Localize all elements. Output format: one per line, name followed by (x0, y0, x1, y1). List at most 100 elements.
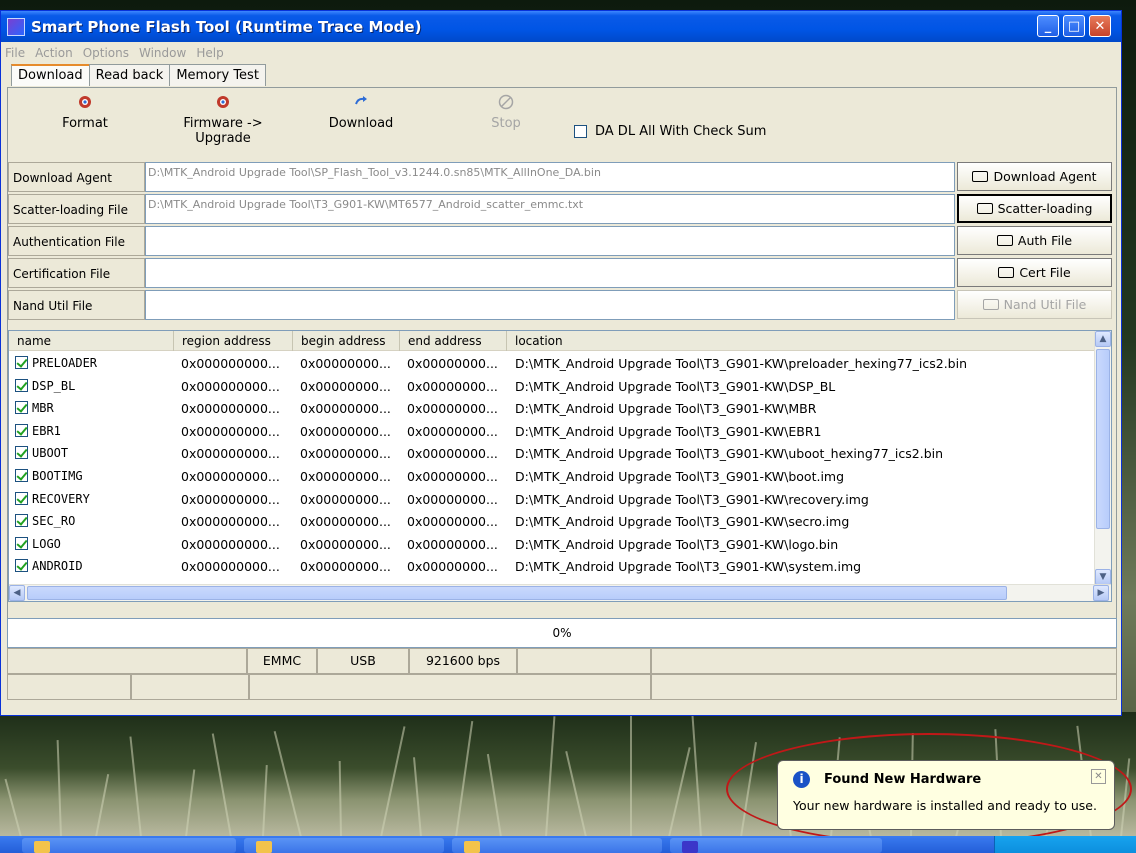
column-header-name[interactable]: name (9, 331, 174, 351)
scroll-right-button[interactable]: ▶ (1093, 585, 1109, 601)
info-icon: i (793, 771, 810, 788)
row-checkbox[interactable] (15, 423, 28, 437)
tab-memory-test[interactable]: Memory Test (169, 64, 266, 86)
horizontal-scroll-thumb[interactable] (27, 586, 1007, 600)
minimize-button[interactable]: _ (1037, 15, 1059, 37)
tab-strip: Download Read back Memory Test (11, 64, 266, 86)
column-header-location[interactable]: location (507, 331, 1095, 351)
nand-util-field[interactable] (145, 290, 955, 320)
table-row[interactable]: LOGO 0x000000000... 0x00000000... 0x0000000… (9, 534, 1095, 555)
scatter-loading-button-label: Scatter-loading (997, 201, 1093, 216)
format-button[interactable]: Format (60, 94, 110, 131)
table-row[interactable]: ANDROID 0x000000000... 0x00000000... 0x0000… (9, 556, 1095, 577)
grass-blade (691, 712, 702, 837)
tab-download[interactable]: Download (11, 64, 90, 86)
table-row[interactable]: MBR 0x000000000... 0x00000000... 0x00000000… (9, 398, 1095, 419)
table-row[interactable]: EBR1 0x000000000... 0x00000000... 0x0000000… (9, 421, 1095, 442)
status-cell-blank-3 (651, 648, 1117, 674)
firmware-upgrade-button[interactable]: Firmware -> Upgrade (158, 94, 288, 146)
download-agent-button[interactable]: Download Agent (957, 162, 1112, 191)
checksum-box[interactable] (574, 125, 587, 138)
row-checkbox[interactable] (15, 401, 28, 415)
table-row[interactable]: RECOVERY 0x000000000... 0x00000000... 0x000… (9, 489, 1095, 510)
row-checkbox[interactable] (15, 469, 28, 482)
cell-text: 0x00000000... (407, 491, 498, 507)
menu-options[interactable]: Options (83, 46, 129, 60)
certification-field[interactable] (145, 258, 955, 288)
cell-text: 0x00000000... (407, 401, 498, 417)
cell-location: D:\MTK_Android Upgrade Tool\T3_G901-KW\E… (515, 421, 821, 442)
row-checkbox[interactable] (15, 356, 28, 369)
scroll-up-button[interactable]: ▲ (1095, 331, 1111, 347)
format-icon (77, 94, 93, 110)
tab-read-back[interactable]: Read back (88, 64, 171, 86)
cell-begin: 0x00000000... (300, 556, 391, 577)
download-button[interactable]: Download (324, 94, 398, 131)
cell-text: ANDROID (32, 559, 83, 574)
cell-begin: 0x00000000... (300, 511, 391, 532)
taskbar-button-1[interactable] (22, 838, 236, 853)
cell-text: BOOTIMG (32, 469, 83, 483)
horizontal-scrollbar[interactable]: ◀ ▶ (9, 584, 1111, 601)
system-tray[interactable] (994, 836, 1136, 853)
row-checkbox[interactable] (15, 536, 28, 550)
menu-file[interactable]: File (5, 46, 25, 60)
cell-location: D:\MTK_Android Upgrade Tool\T3_G901-KW\p… (515, 353, 967, 374)
authentication-field[interactable] (145, 226, 955, 256)
folder-icon (996, 235, 1013, 246)
column-header-region-address[interactable]: region address (174, 331, 293, 351)
cell-text: D:\MTK_Android Upgrade Tool\T3_G901-KW\b… (515, 469, 845, 484)
row-checkbox[interactable] (15, 491, 28, 505)
folder-icon (998, 267, 1015, 278)
taskbar-button-2[interactable] (244, 838, 444, 853)
grass-blade (95, 773, 110, 837)
maximize-button[interactable]: □ (1063, 15, 1085, 37)
cell-region: 0x000000000... (181, 443, 280, 464)
column-header-end-address[interactable]: end address (400, 331, 507, 351)
status-storage: EMMC (247, 648, 317, 674)
download-agent-field[interactable]: D:\MTK_Android Upgrade Tool\SP_Flash_Too… (145, 162, 955, 192)
taskbar-button-3[interactable] (452, 838, 662, 853)
row-checkbox[interactable] (15, 514, 28, 528)
grass-blade (565, 751, 587, 837)
cell-text: 0x00000000... (407, 378, 498, 394)
table-row[interactable]: UBOOT 0x000000000... 0x00000000... 0x000000… (9, 443, 1095, 464)
vertical-scroll-thumb[interactable] (1096, 349, 1110, 529)
menu-help[interactable]: Help (196, 46, 223, 60)
cell-text: EBR1 (32, 423, 61, 438)
cell-text: 0x00000000... (300, 491, 391, 507)
balloon-text: Your new hardware is installed and ready… (793, 798, 1097, 813)
row-checkbox[interactable] (15, 378, 28, 392)
grass-blade (185, 769, 196, 837)
balloon-close-icon[interactable]: ✕ (1091, 769, 1106, 784)
cell-text: 0x00000000... (300, 378, 391, 394)
table-row[interactable]: BOOTIMG 0x000000000... 0x00000000... 0x0000… (9, 466, 1095, 487)
cell-region: 0x000000000... (181, 556, 280, 577)
cell-location: D:\MTK_Android Upgrade Tool\T3_G901-KW\s… (515, 556, 861, 577)
menu-window[interactable]: Window (139, 46, 186, 60)
cell-text: SEC_RO (32, 514, 76, 529)
table-row[interactable]: SEC_RO 0x000000000... 0x00000000... 0x00000… (9, 511, 1095, 532)
nand-util-row: Nand Util File Nand Util File (8, 290, 1118, 321)
cert-file-button[interactable]: Cert File (957, 258, 1112, 287)
table-row[interactable]: PRELOADER 0x000000000... 0x00000000... 0x00… (9, 353, 1095, 374)
stop-button[interactable]: Stop (486, 94, 526, 131)
checksum-checkbox[interactable]: DA DL All With Check Sum (574, 124, 766, 139)
title-bar[interactable]: Smart Phone Flash Tool (Runtime Trace Mo… (1, 11, 1121, 42)
scatter-loading-field[interactable]: D:\MTK_Android Upgrade Tool\T3_G901-KW\M… (145, 194, 955, 224)
scroll-down-button[interactable]: ▼ (1095, 569, 1111, 585)
taskbar-button-4[interactable] (670, 838, 882, 853)
notification-balloon[interactable]: i Found New Hardware ✕ Your new hardware… (777, 760, 1115, 830)
progress-bar: 0% (7, 618, 1117, 648)
nand-util-file-button[interactable]: Nand Util File (957, 290, 1112, 319)
vertical-scrollbar[interactable]: ▲ ▼ (1094, 331, 1111, 587)
scatter-loading-button[interactable]: Scatter-loading (957, 194, 1112, 223)
auth-file-button[interactable]: Auth File (957, 226, 1112, 255)
row-checkbox[interactable] (15, 559, 28, 573)
table-row[interactable]: DSP_BL 0x000000000... 0x00000000... 0x00000… (9, 376, 1095, 397)
scroll-left-button[interactable]: ◀ (9, 585, 25, 601)
column-header-begin-address[interactable]: begin address (293, 331, 400, 351)
menu-action[interactable]: Action (35, 46, 73, 60)
close-button[interactable]: ✕ (1089, 15, 1111, 37)
row-checkbox[interactable] (15, 446, 28, 460)
